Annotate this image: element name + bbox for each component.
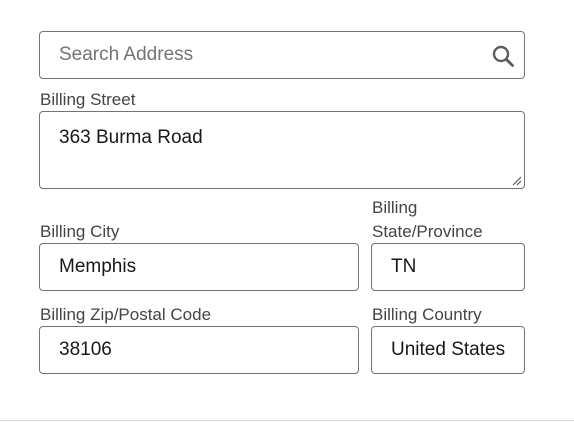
billing-street-label: Billing Street — [40, 90, 136, 109]
billing-city-box — [39, 243, 359, 291]
bottom-divider — [0, 420, 574, 421]
billing-address-form: Billing Street 363 Burma Road Billing Ci… — [0, 0, 574, 423]
billing-zip-input[interactable] — [59, 327, 353, 373]
resize-handle-icon[interactable] — [510, 174, 522, 186]
billing-state-box — [371, 243, 525, 291]
billing-city-input[interactable] — [59, 244, 353, 290]
billing-state-input[interactable] — [391, 244, 519, 290]
billing-country-input[interactable] — [391, 327, 519, 373]
search-icon[interactable] — [491, 44, 515, 68]
billing-city-label: Billing City — [40, 222, 120, 241]
billing-zip-label: Billing Zip/Postal Code — [40, 305, 212, 324]
search-address-input[interactable] — [59, 32, 473, 78]
billing-country-label: Billing Country — [372, 305, 482, 324]
billing-street-box: 363 Burma Road — [39, 111, 525, 189]
billing-street-textarea[interactable]: 363 Burma Road — [59, 126, 513, 182]
billing-country-box — [371, 326, 525, 374]
billing-zip-box — [39, 326, 359, 374]
billing-state-label-line2: State/Province — [372, 222, 483, 241]
search-address-box — [39, 31, 525, 79]
billing-state-label-line1: Billing — [372, 198, 418, 217]
